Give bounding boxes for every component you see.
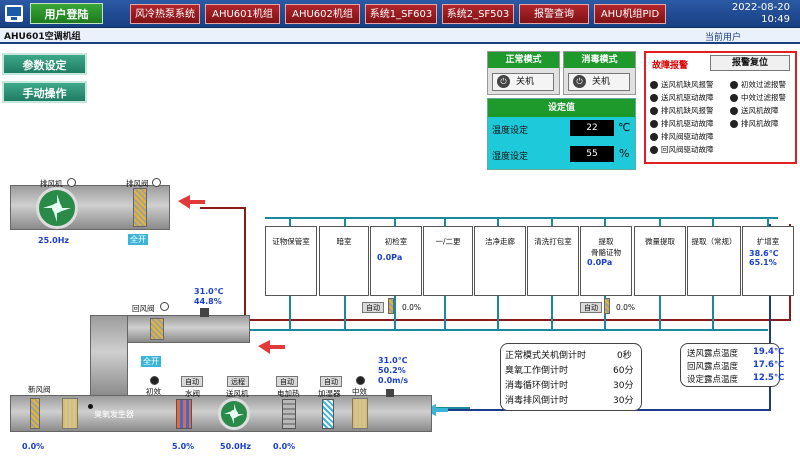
heater-mode-button[interactable]: 自动 [276,376,298,387]
room-name: 清洗打包室 [534,237,572,246]
exhaust-damper-icon[interactable] [133,188,147,227]
exhaust-damper-label: 排风阀 [126,179,149,188]
timer-value: 0秒 [617,351,632,361]
countdown-panel: 正常模式关机倒计时 0秒 臭氧工作倒计时 60分 消毒循环倒计时 30分 消毒排… [500,343,642,411]
supply-fan-freq: 50.0Hz [220,442,252,451]
room-changing[interactable]: 一/二更 [423,226,473,296]
room-name: 初检室 [384,237,408,246]
room-name: 提取（常规） [691,237,737,246]
exhaust-fan-icon[interactable] [36,187,78,229]
return-sensor-icon [200,308,209,317]
room-name: 扩增室 [756,237,780,246]
room-wash-pack[interactable]: 清洗打包室 [527,226,579,296]
room-clean-corridor[interactable]: 洁净走廊 [474,226,526,296]
room-routine-extraction[interactable]: 提取（常规） [687,226,741,296]
medium-filter-icon [352,398,368,429]
fresh-air-damper-label: 新风阀 [28,385,51,394]
heater-label: 电加热 [277,389,300,398]
timer-label: 消毒排风倒计时 [505,396,569,406]
ozone-generator-label: 臭氧发生器 [94,410,134,419]
return-hum: 44.8% [194,297,222,306]
room-name: 证物保管室 [272,237,310,246]
electric-heater-icon[interactable] [282,399,296,429]
supply-fan-remote-button[interactable]: 远程 [227,376,249,387]
water-coil-icon[interactable] [176,399,192,429]
return-damper-status-icon [160,302,169,311]
room-trace-extraction[interactable]: 微量提取 [634,226,686,296]
medium-filter-label: 中效 [352,387,367,396]
exhaust-fan-status-icon [67,178,76,187]
valve-mode-button[interactable]: 自动 [362,302,384,313]
medium-filter-status-icon [356,376,365,385]
humidifier-label: 加湿器 [318,389,341,398]
return-duct-vertical [90,315,128,397]
room-name: 微量提取 [645,237,675,246]
timer-value[interactable]: 30分 [613,378,633,391]
valve-opening: 0.0% [616,303,636,312]
water-valve-label: 水阀 [185,389,200,398]
timer-label: 消毒循环倒计时 [505,381,569,391]
water-valve-value: 5.0% [172,442,195,451]
exhaust-damper-status-icon [152,178,161,187]
exhaust-fan-freq: 25.0Hz [38,236,70,245]
dew-point-panel: 送风露点温度 19.4℃ 回风露点温度 17.6℃ 设定露点温度 12.5℃ [680,343,784,387]
supply-hum: 50.2% [378,366,406,375]
return-damper-open: 全开 [141,356,161,367]
humidifier-icon[interactable] [322,399,334,429]
ozone-status-icon [88,404,93,409]
dew-label: 设定露点温度 [687,375,739,385]
room-name: 提取 骨骼证物 [591,237,621,257]
water-valve-mode-button[interactable]: 自动 [181,376,203,387]
dew-value: 19.4℃ [753,347,785,357]
room-bone-extraction[interactable]: 提取 骨骼证物 0.0Pa [580,226,632,296]
dew-label: 回风露点温度 [687,362,739,372]
heater-value: 0.0% [273,442,296,451]
primary-filter-label: 初效 [146,387,161,396]
timer-value[interactable]: 30分 [613,393,633,406]
supply-temp: 31.0℃ [378,356,408,365]
supply-fan-icon[interactable] [218,398,250,430]
valve-icon[interactable] [604,298,610,314]
fresh-air-damper-icon[interactable] [30,398,40,429]
room-name: 洁净走廊 [485,237,515,246]
room-initial-inspection[interactable]: 初检室 0.0Pa [370,226,422,296]
return-damper-icon[interactable] [150,318,164,340]
timer-value[interactable]: 60分 [613,363,633,376]
timer-label: 正常模式关机倒计时 [505,351,587,361]
supply-sensor-icon [386,389,394,397]
humidifier-mode-button[interactable]: 自动 [320,376,342,387]
dew-value: 17.6℃ [753,360,785,370]
dew-label: 送风露点温度 [687,349,739,359]
supply-air-speed: 0.0m/s [378,376,409,385]
return-temp: 31.0℃ [194,287,224,296]
room-darkroom[interactable]: 暗室 [319,226,369,296]
timer-label: 臭氧工作倒计时 [505,366,569,376]
room-evidence-storage[interactable]: 证物保管室 [265,226,317,296]
room-pressure: 0.0Pa [377,253,403,262]
dew-value[interactable]: 12.5℃ [753,373,784,383]
valve-opening: 0.0% [402,303,422,312]
room-temp-hum: 38.6℃ 65.1% [749,249,779,267]
room-amplification[interactable]: 扩增室 38.6℃ 65.1% [742,226,794,296]
primary-filter-status-icon [150,376,159,385]
primary-filter-icon [62,398,78,429]
exhaust-fan-label: 排风机 [40,179,63,188]
exhaust-damper-open: 全开 [128,234,148,245]
room-pressure: 0.0Pa [587,258,613,267]
fresh-air-damper-value: 0.0% [22,442,45,451]
room-name: 一/二更 [435,237,461,246]
valve-mode-button[interactable]: 自动 [580,302,602,313]
valve-icon[interactable] [388,298,394,314]
return-damper-label: 回风阀 [132,304,155,313]
room-name: 暗室 [336,237,352,246]
